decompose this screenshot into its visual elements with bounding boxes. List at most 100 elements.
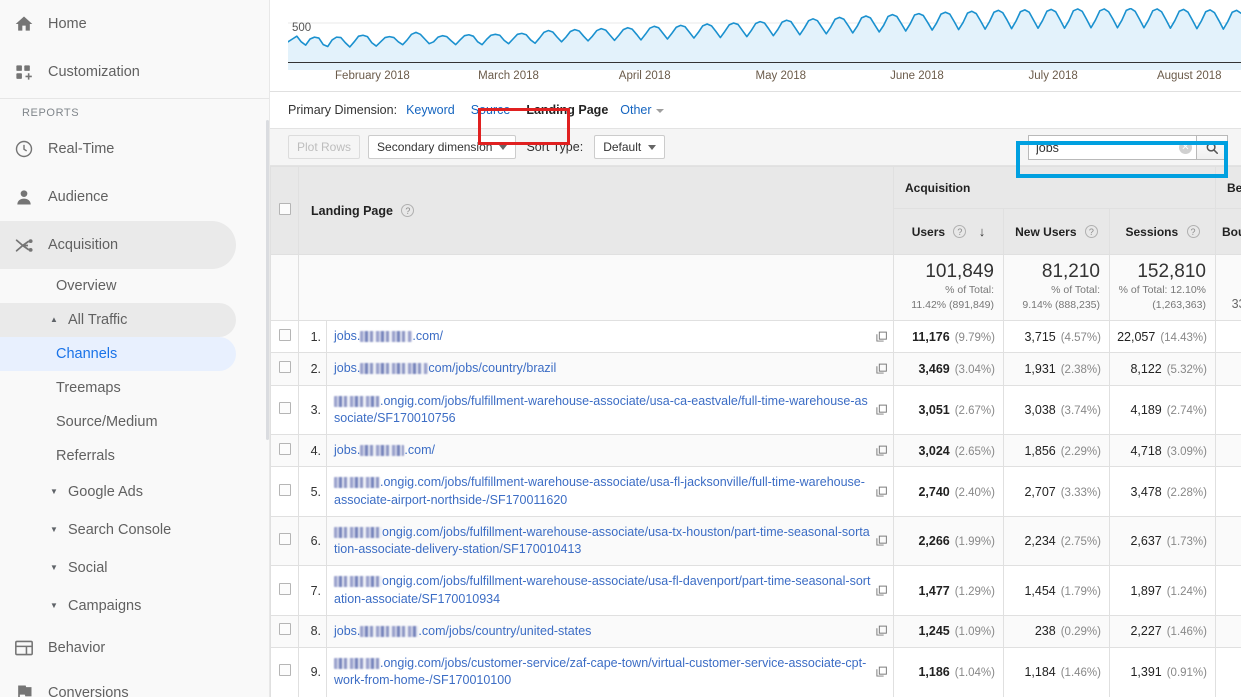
table-row[interactable]: 9. .ongig.com/jobs/customer-service/zaf-c… bbox=[270, 647, 1241, 697]
row-checkbox-cell[interactable] bbox=[270, 466, 299, 517]
help-icon[interactable]: ? bbox=[401, 203, 415, 217]
select-all-checkbox-cell[interactable] bbox=[270, 166, 299, 255]
open-in-new-icon[interactable] bbox=[875, 666, 888, 679]
row-landing-page-url[interactable]: .ongig.com/jobs/fulfillment-warehouse-as… bbox=[326, 384, 894, 435]
plot-rows-button[interactable]: Plot Rows bbox=[288, 135, 361, 159]
help-icon[interactable]: ? bbox=[953, 225, 967, 238]
sidebar-item-channels[interactable]: Channels bbox=[0, 337, 236, 371]
secondary-dimension-button[interactable]: Secondary dimension bbox=[368, 135, 517, 159]
checkbox-icon[interactable] bbox=[278, 664, 291, 677]
users-over-time-chart: 500 February 2018 March 2018 April 2018 May… bbox=[270, 0, 1241, 92]
table-row[interactable]: 8. jobs. .com/jobs/country/united-states 1,… bbox=[270, 614, 1241, 649]
sidebar-item-home[interactable]: Home bbox=[0, 0, 269, 48]
row-checkbox-cell[interactable] bbox=[270, 352, 299, 386]
open-in-new-icon[interactable] bbox=[875, 403, 888, 416]
open-in-new-icon[interactable] bbox=[875, 362, 888, 375]
table-row[interactable]: 1. jobs. .com/11,176 (9.79%) 3,715 (4.57%) 22,… bbox=[270, 319, 1241, 354]
help-icon[interactable]: ? bbox=[1084, 224, 1098, 238]
primary-dimension-keyword[interactable]: Keyword bbox=[406, 103, 455, 117]
primary-dimension-other[interactable]: Other bbox=[620, 103, 664, 117]
sort-descending-icon[interactable]: ↓ bbox=[979, 224, 986, 239]
checkbox-icon[interactable] bbox=[278, 623, 291, 636]
sidebar-item-treemaps[interactable]: Treemaps bbox=[0, 371, 269, 405]
checkbox-icon[interactable] bbox=[278, 360, 291, 373]
row-landing-page-url[interactable]: ongig.com/jobs/fulfillment-warehouse-ass… bbox=[326, 515, 894, 567]
sidebar-item-behavior[interactable]: Behavior bbox=[0, 625, 269, 670]
clock-icon bbox=[14, 139, 48, 159]
sidebar-item-conversions[interactable]: Conversions bbox=[0, 670, 269, 697]
row-checkbox-cell[interactable] bbox=[270, 384, 299, 435]
sidebar-item-real-time[interactable]: Real-Time bbox=[0, 125, 269, 173]
table-row[interactable]: 2. jobs. com/jobs/country/brazil 3,469 (3.04… bbox=[270, 352, 1241, 386]
sidebar-item-label: Search Console bbox=[68, 522, 172, 538]
row-landing-page-url[interactable]: jobs. com/jobs/country/brazil bbox=[326, 352, 894, 386]
open-in-new-icon[interactable] bbox=[875, 444, 888, 457]
sidebar-item-campaigns[interactable]: ▼ Campaigns bbox=[0, 587, 269, 625]
sidebar-item-label: Behavior bbox=[48, 639, 106, 656]
checkbox-icon[interactable] bbox=[278, 483, 291, 496]
table-toolbar: Plot Rows Secondary dimension Sort Type:… bbox=[270, 128, 1241, 166]
row-checkbox-cell[interactable] bbox=[270, 614, 299, 649]
row-checkbox-cell[interactable] bbox=[270, 433, 299, 468]
row-bounce-rate bbox=[1215, 466, 1241, 517]
sidebar-item-social[interactable]: ▼ Social bbox=[0, 549, 269, 587]
checkbox-icon[interactable] bbox=[278, 401, 291, 414]
checkbox-icon[interactable] bbox=[278, 202, 291, 215]
sidebar-item-audience[interactable]: Audience bbox=[0, 173, 269, 221]
row-landing-page-url[interactable]: .ongig.com/jobs/customer-service/zaf-cap… bbox=[326, 647, 894, 697]
search-input-container[interactable]: ✕ bbox=[1028, 135, 1196, 160]
row-users: 3,051 (2.67%) bbox=[893, 384, 1004, 435]
open-in-new-icon[interactable] bbox=[875, 535, 888, 548]
checkbox-icon[interactable] bbox=[278, 442, 291, 455]
redacted-text bbox=[334, 526, 382, 538]
metric-header-users[interactable]: Users ? ↓ bbox=[893, 208, 1004, 255]
sidebar-item-customization[interactable]: Customization bbox=[0, 48, 269, 96]
dimension-header-label: Landing Page bbox=[311, 203, 393, 218]
open-in-new-icon[interactable] bbox=[875, 584, 888, 597]
dimension-header-cell[interactable]: Landing Page ? bbox=[298, 166, 894, 255]
metric-header-sessions[interactable]: Sessions ? bbox=[1109, 208, 1216, 255]
checkbox-icon[interactable] bbox=[278, 328, 291, 341]
checkbox-icon[interactable] bbox=[278, 582, 291, 595]
url-text: jobs. bbox=[334, 361, 361, 376]
help-icon[interactable]: ? bbox=[1186, 224, 1200, 238]
sidebar-item-source-medium[interactable]: Source/Medium bbox=[0, 405, 269, 439]
sidebar-item-overview[interactable]: Overview bbox=[0, 269, 269, 303]
row-landing-page-url[interactable]: jobs. .com/jobs/country/united-states bbox=[326, 614, 894, 649]
open-in-new-icon[interactable] bbox=[875, 330, 888, 343]
search-input[interactable] bbox=[1036, 140, 1176, 155]
primary-dimension-landing-page[interactable]: Landing Page bbox=[526, 103, 608, 117]
row-checkbox-cell[interactable] bbox=[270, 515, 299, 567]
metric-header-new-users[interactable]: New Users ? bbox=[1003, 208, 1110, 255]
open-in-new-icon[interactable] bbox=[875, 625, 888, 638]
row-landing-page-url[interactable]: jobs. .com/ bbox=[326, 319, 894, 354]
sidebar-item-referrals[interactable]: Referrals bbox=[0, 439, 269, 473]
table-row[interactable]: 6. ongig.com/jobs/fulfillment-warehouse-a… bbox=[270, 515, 1241, 567]
primary-dimension-source[interactable]: Source bbox=[471, 103, 511, 117]
metric-header-bounce-rate[interactable]: Boun bbox=[1215, 208, 1241, 255]
row-checkbox-cell[interactable] bbox=[270, 319, 299, 354]
chart-x-tick-label: April 2018 bbox=[618, 70, 671, 82]
row-landing-page-url[interactable]: .ongig.com/jobs/fulfillment-warehouse-as… bbox=[326, 466, 894, 517]
sidebar-item-google-ads[interactable]: ▼ Google Ads bbox=[0, 473, 269, 511]
row-landing-page-url[interactable]: ongig.com/jobs/fulfillment-warehouse-ass… bbox=[326, 565, 894, 616]
search-button[interactable] bbox=[1196, 135, 1228, 160]
totals-checkbox-cell bbox=[270, 254, 299, 321]
table-row[interactable]: 4. jobs. .com/3,024 (2.65%) 1,856 (2.29%) 4,71… bbox=[270, 433, 1241, 468]
row-bounce-rate bbox=[1215, 647, 1241, 697]
open-in-new-icon[interactable] bbox=[875, 485, 888, 498]
row-checkbox-cell[interactable] bbox=[270, 565, 299, 616]
table-row[interactable]: 3. .ongig.com/jobs/fulfillment-warehouse-… bbox=[270, 384, 1241, 435]
row-landing-page-url[interactable]: jobs. .com/ bbox=[326, 433, 894, 468]
sidebar-item-search-console[interactable]: ▼ Search Console bbox=[0, 511, 269, 549]
clear-icon[interactable]: ✕ bbox=[1179, 141, 1192, 154]
sidebar-scrollbar[interactable] bbox=[266, 120, 269, 440]
row-checkbox-cell[interactable] bbox=[270, 647, 299, 697]
sidebar-item-all-traffic[interactable]: ▲ All Traffic bbox=[0, 303, 236, 337]
table-row[interactable]: 5. .ongig.com/jobs/fulfillment-warehouse-… bbox=[270, 466, 1241, 517]
redacted-text bbox=[360, 331, 413, 342]
sidebar-item-acquisition[interactable]: Acquisition bbox=[0, 221, 236, 269]
table-row[interactable]: 7. ongig.com/jobs/fulfillment-warehouse-a… bbox=[270, 565, 1241, 616]
checkbox-icon[interactable] bbox=[278, 533, 291, 545]
sort-type-select[interactable]: Default bbox=[594, 135, 666, 159]
